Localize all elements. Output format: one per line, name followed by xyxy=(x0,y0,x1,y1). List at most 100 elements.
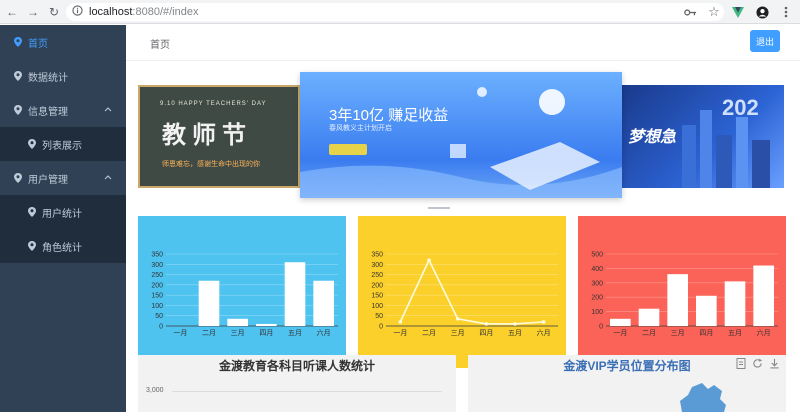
finance-illustration xyxy=(300,87,622,198)
x-tick-label: 六月 xyxy=(757,328,771,337)
bar xyxy=(667,274,688,326)
sidebar-item-home[interactable]: 首页 xyxy=(0,25,126,59)
key-icon[interactable] xyxy=(682,3,698,21)
sidebar-item-label: 首页 xyxy=(28,38,48,50)
slide-caption: 春风教义主计划开启 xyxy=(329,125,392,132)
reload-icon[interactable]: ↻ xyxy=(45,3,63,21)
sidebar-item-user-statistics[interactable]: 用户统计 xyxy=(0,195,126,229)
y-tick-label: 200 xyxy=(151,282,163,289)
y-tick-label: 350 xyxy=(151,252,163,259)
bar-chart-1: 0 50 100 150 200 250 300 350 一月 二月 三月 四月 五月 六月 xyxy=(151,252,338,337)
x-tick-label: 六月 xyxy=(317,328,331,337)
sidebar-item-label: 信息管理 xyxy=(28,106,68,118)
banner-carousel[interactable]: 9.10 HAPPY TEACHERS' DAY 教师节 师恩难忘，感谢生命中出… xyxy=(138,72,786,212)
carousel-slide-teachers-day[interactable]: 9.10 HAPPY TEACHERS' DAY 教师节 师恩难忘，感谢生命中出… xyxy=(138,85,300,188)
bookmark-star-icon[interactable]: ☆ xyxy=(706,3,722,21)
y-tick-label: 0 xyxy=(599,324,603,331)
y-tick-label: 100 xyxy=(151,303,163,310)
sidebar: 首页 数据统计 信息管理 列表展示 用户管理 用户统计 角色统计 xyxy=(0,25,126,412)
logout-button[interactable]: 退出 xyxy=(750,30,780,52)
slide-heading: 3年10亿 赚足收益 xyxy=(329,107,449,124)
axis-tick: 3,000 xyxy=(146,387,164,394)
y-tick-label: 200 xyxy=(371,282,383,289)
data-view-icon[interactable] xyxy=(736,358,746,372)
location-icon xyxy=(28,139,36,149)
breadcrumb[interactable]: 首页 xyxy=(150,36,170,51)
sidebar-item-statistics[interactable]: 数据统计 xyxy=(0,59,126,93)
chart-card-yellow: 0 50 100 150 200 250 300 350 一月 二月 三月 四月 五月 六月 xyxy=(358,216,566,368)
back-icon[interactable]: ← xyxy=(3,3,21,21)
y-tick-label: 0 xyxy=(159,324,163,331)
carousel-indicator[interactable] xyxy=(428,207,450,209)
gridline xyxy=(172,391,442,392)
panel-toolbox xyxy=(736,358,780,372)
profile-icon[interactable] xyxy=(754,3,770,21)
vue-devtools-icon[interactable] xyxy=(730,3,746,21)
chevron-up-icon xyxy=(104,104,112,115)
info-icon[interactable] xyxy=(72,5,83,19)
x-tick-label: 四月 xyxy=(479,329,493,337)
y-tick-label: 250 xyxy=(151,272,163,279)
menu-dots-icon[interactable] xyxy=(778,3,794,21)
y-tick-label: 300 xyxy=(371,262,383,269)
forward-icon[interactable]: → xyxy=(24,3,42,21)
x-tick-label: 三月 xyxy=(671,329,685,337)
sidebar-item-role-statistics[interactable]: 角色统计 xyxy=(0,229,126,263)
main-content: 首页 退出 9.10 HAPPY TEACHERS' DAY 教师节 师恩难忘，… xyxy=(126,25,800,412)
series-line xyxy=(399,258,544,325)
y-tick-label: 500 xyxy=(591,252,603,259)
sidebar-item-user-management[interactable]: 用户管理 xyxy=(0,161,126,195)
x-tick-label: 五月 xyxy=(508,329,522,337)
sidebar-item-label: 列表展示 xyxy=(42,140,82,152)
slide-heading: 教师节 xyxy=(162,122,252,149)
vip-location-panel: 金渡VIP学员位置分布图 xyxy=(468,355,786,412)
x-tick-label: 一月 xyxy=(613,329,627,337)
refresh-icon[interactable] xyxy=(752,358,763,372)
china-map-illustration xyxy=(680,383,726,412)
data-point xyxy=(541,320,546,324)
y-tick-label: 150 xyxy=(151,293,163,300)
download-icon[interactable] xyxy=(769,358,780,372)
bar xyxy=(696,295,717,326)
x-tick-label: 六月 xyxy=(537,328,551,337)
location-icon xyxy=(14,71,22,81)
x-tick-label: 三月 xyxy=(231,329,245,337)
data-point xyxy=(427,258,431,262)
x-tick-label: 三月 xyxy=(451,329,465,337)
y-tick-label: 50 xyxy=(155,313,163,320)
y-tick-label: 0 xyxy=(379,324,383,331)
slide-heading: 梦想急 xyxy=(628,129,677,146)
y-tick-label: 200 xyxy=(591,295,603,302)
y-tick-label: 250 xyxy=(371,272,383,279)
data-point xyxy=(455,317,460,321)
x-tick-label: 一月 xyxy=(393,329,407,337)
y-tick-label: 50 xyxy=(375,313,383,320)
bar xyxy=(610,318,631,326)
location-icon xyxy=(14,173,22,183)
location-icon xyxy=(28,207,36,217)
y-tick-label: 350 xyxy=(371,252,383,259)
address-bar[interactable]: localhost:8080/#/index xyxy=(66,3,724,21)
slide-caption: 师恩难忘，感谢生命中出现的你 xyxy=(162,161,260,168)
x-tick-label: 五月 xyxy=(728,329,742,337)
y-tick-label: 300 xyxy=(591,280,603,287)
x-tick-label: 五月 xyxy=(288,329,302,337)
sidebar-item-label: 用户管理 xyxy=(28,174,68,186)
bar-chart-2: 0 100 200 300 400 500 一月 二月 三月 四月 五月 六月 xyxy=(591,252,778,337)
bar xyxy=(198,280,220,326)
y-tick-label: 150 xyxy=(371,293,383,300)
browser-toolbar: ← → ↻ localhost:8080/#/index ☆ xyxy=(0,0,800,24)
sidebar-item-list-display[interactable]: 列表展示 xyxy=(0,127,126,161)
course-attendance-panel: 金渡教育各科目听课人数统计 3,000 xyxy=(138,355,456,412)
svg-text:202: 202 xyxy=(722,95,759,120)
sidebar-item-info-management[interactable]: 信息管理 xyxy=(0,93,126,127)
bar xyxy=(227,318,248,326)
bar xyxy=(313,280,334,326)
bar xyxy=(638,308,660,326)
carousel-slide-active[interactable]: 3年10亿 赚足收益 春风教义主计划开启 xyxy=(300,72,622,198)
bar xyxy=(753,265,774,326)
bar xyxy=(284,262,306,326)
slide-cta-button[interactable] xyxy=(329,144,367,155)
line-chart: 0 50 100 150 200 250 300 350 一月 二月 三月 四月 五月 六月 xyxy=(371,252,558,337)
carousel-slide-city[interactable]: 202 梦想急 xyxy=(622,85,784,188)
